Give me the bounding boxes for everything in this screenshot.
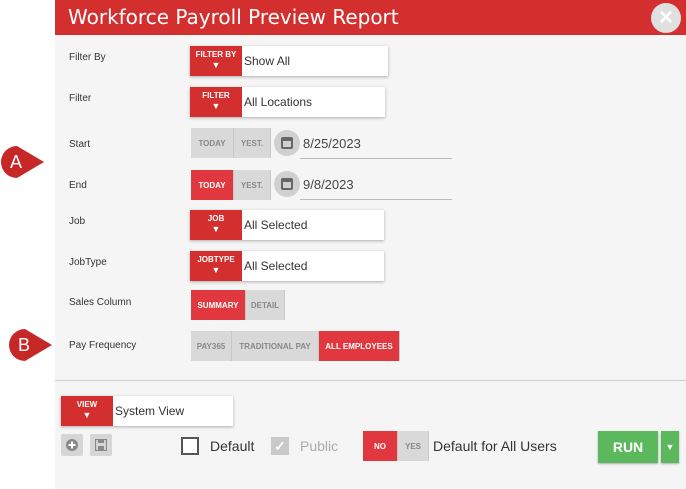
pay-frequency-label: Pay Frequency xyxy=(69,340,137,351)
annotation-marker-a: A xyxy=(1,146,44,178)
view-tag-label: VIEW xyxy=(76,400,98,409)
sales-detail-button[interactable]: DETAIL xyxy=(246,290,285,320)
all-employees-button[interactable]: ALL EMPLOYEES xyxy=(319,331,400,361)
start-today-button[interactable]: TODAY xyxy=(191,128,234,158)
view-value: System View xyxy=(115,404,185,418)
calendar-icon[interactable] xyxy=(274,171,300,197)
dropdown-arrow-icon: ▼ xyxy=(211,224,221,234)
no-button[interactable]: NO xyxy=(363,431,398,461)
jobtype-label: JobType xyxy=(69,257,107,268)
section-divider xyxy=(55,380,686,381)
report-dialog: Workforce Payroll Preview Report × Filte… xyxy=(55,0,686,489)
filter-select[interactable]: FILTER ▼ All Locations xyxy=(190,87,385,117)
traditional-pay-button[interactable]: TRADITIONAL PAY xyxy=(232,331,319,361)
end-yesterday-button[interactable]: YEST. xyxy=(234,170,271,200)
filter-by-tag-label: FILTER BY xyxy=(195,50,237,59)
start-label: Start xyxy=(69,139,91,150)
sales-column-toggle: SUMMARY DETAIL xyxy=(191,290,285,320)
job-select[interactable]: JOB ▼ All Selected xyxy=(190,210,384,240)
jobtype-tag-label: JOBTYPE xyxy=(197,255,235,264)
end-today-button[interactable]: TODAY xyxy=(191,170,234,200)
filter-by-value: Show All xyxy=(244,54,291,68)
dialog-titlebar: Workforce Payroll Preview Report × xyxy=(55,0,686,35)
default-checkbox[interactable] xyxy=(181,437,199,455)
end-date-input[interactable]: 9/8/2023 xyxy=(303,177,354,192)
jobtype-value: All Selected xyxy=(244,259,308,273)
dropdown-arrow-icon: ▼ xyxy=(211,101,221,111)
start-yesterday-button[interactable]: YEST. xyxy=(234,128,271,158)
job-tag[interactable]: JOB ▼ xyxy=(190,210,242,240)
default-label: Default xyxy=(210,438,255,454)
jobtype-select[interactable]: JOBTYPE ▼ All Selected xyxy=(190,251,384,281)
public-checkbox[interactable]: ✓ xyxy=(271,437,289,455)
end-date-underline xyxy=(300,199,452,200)
pay365-button[interactable]: PAY365 xyxy=(191,331,232,361)
close-button[interactable]: × xyxy=(651,3,681,33)
default-all-users-label: Default for All Users xyxy=(433,438,557,454)
filter-tag-label: FILTER xyxy=(202,91,230,100)
view-select[interactable]: VIEW ▼ System View xyxy=(61,396,233,426)
add-view-button[interactable] xyxy=(61,434,83,456)
save-view-button[interactable] xyxy=(90,434,112,456)
annotation-label-b: B xyxy=(18,335,30,355)
save-icon xyxy=(95,439,107,451)
pay-frequency-toggle: PAY365 TRADITIONAL PAY ALL EMPLOYEES xyxy=(191,331,400,361)
filter-tag[interactable]: FILTER ▼ xyxy=(190,87,242,117)
filter-label: Filter xyxy=(69,93,92,104)
annotation-label-a: A xyxy=(10,152,22,172)
filter-by-label: Filter By xyxy=(69,52,106,63)
checkmark-icon: ✓ xyxy=(274,437,286,454)
job-tag-label: JOB xyxy=(207,214,225,223)
default-all-users-toggle: NO YES xyxy=(363,431,429,461)
dropdown-arrow-icon: ▼ xyxy=(211,265,221,275)
public-label: Public xyxy=(300,438,339,454)
dropdown-arrow-icon: ▼ xyxy=(82,410,92,420)
run-button[interactable]: RUN xyxy=(598,431,658,463)
sales-summary-button[interactable]: SUMMARY xyxy=(191,290,246,320)
jobtype-tag[interactable]: JOBTYPE ▼ xyxy=(190,251,242,281)
filter-by-select[interactable]: FILTER BY ▼ Show All xyxy=(190,46,388,76)
start-date-input[interactable]: 8/25/2023 xyxy=(303,136,361,151)
dropdown-arrow-icon: ▼ xyxy=(665,442,675,452)
start-date-underline xyxy=(300,158,452,159)
sales-column-label: Sales Column xyxy=(69,297,132,308)
view-tag[interactable]: VIEW ▼ xyxy=(61,396,113,426)
dialog-title: Workforce Payroll Preview Report xyxy=(68,5,399,29)
end-label: End xyxy=(69,180,87,191)
yes-button[interactable]: YES xyxy=(398,431,429,461)
start-quick-toggle: TODAY YEST. xyxy=(191,128,271,158)
add-icon xyxy=(66,439,78,451)
dropdown-arrow-icon: ▼ xyxy=(211,60,221,70)
job-label: Job xyxy=(69,216,86,227)
calendar-icon[interactable] xyxy=(274,130,300,156)
filter-by-tag[interactable]: FILTER BY ▼ xyxy=(190,46,242,76)
annotation-marker-b: B xyxy=(9,329,52,361)
filter-value: All Locations xyxy=(244,95,313,109)
end-quick-toggle: TODAY YEST. xyxy=(191,170,271,200)
close-icon: × xyxy=(658,4,673,31)
run-options-button[interactable]: ▼ xyxy=(661,431,679,463)
job-value: All Selected xyxy=(244,218,308,232)
